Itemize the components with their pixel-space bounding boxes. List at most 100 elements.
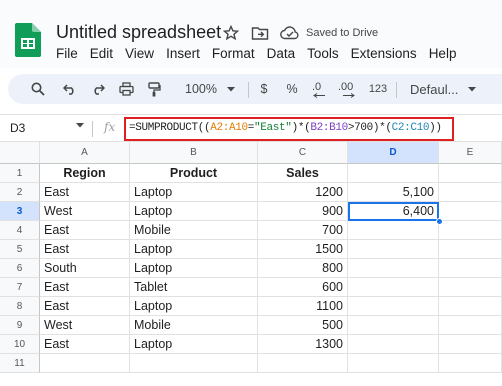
cell-e11[interactable] [439,354,502,373]
cell-c8[interactable]: 1100 [258,297,348,316]
cell-c10[interactable]: 1300 [258,335,348,354]
spreadsheet-grid[interactable]: ABCDE 1 2 3 4 5 6 7 8 9 10 11 Region Product Sales Ea… [0,142,502,386]
cell-c5[interactable]: 1500 [258,240,348,259]
cell-e6[interactable] [439,259,502,278]
row-header-10[interactable]: 10 [0,335,40,354]
menu-data[interactable]: Data [267,46,296,61]
cell-a4[interactable]: East [40,221,130,240]
menu-help[interactable]: Help [429,46,457,61]
row-header-8[interactable]: 8 [0,297,40,316]
cell-e8[interactable] [439,297,502,316]
decrease-decimal-button[interactable]: .0 [308,74,330,104]
cell-b10[interactable]: Laptop [130,335,258,354]
cell-d5[interactable] [348,240,439,259]
cloud-saved-icon[interactable] [280,25,300,41]
menu-tools[interactable]: Tools [307,46,339,61]
cell-a9[interactable]: West [40,316,130,335]
undo-icon[interactable] [58,74,82,104]
cell-d4[interactable] [348,221,439,240]
cell-e1[interactable] [439,164,502,183]
menu-format[interactable]: Format [212,46,255,61]
cell-c3[interactable]: 900 [258,202,348,221]
font-family-select[interactable]: Defaul... [404,74,502,104]
row-header-9[interactable]: 9 [0,316,40,335]
redo-icon[interactable] [86,74,110,104]
cell-d11[interactable] [348,354,439,373]
cell-b6[interactable]: Laptop [130,259,258,278]
format-percent-button[interactable]: % [282,74,302,104]
cell-b3[interactable]: Laptop [130,202,258,221]
cell-a8[interactable]: East [40,297,130,316]
column-header-e[interactable]: E [439,142,502,164]
formula-input[interactable]: =SUMPRODUCT((A2:A10="East")*(B2:B10>700)… [124,117,454,141]
menu-edit[interactable]: Edit [90,46,113,61]
cell-b4[interactable]: Mobile [130,221,258,240]
cell-b8[interactable]: Laptop [130,297,258,316]
row-header-3[interactable]: 3 [0,202,40,221]
cell-c9[interactable]: 500 [258,316,348,335]
row-header-7[interactable]: 7 [0,278,40,297]
select-all-corner[interactable] [0,142,40,164]
row-header-4[interactable]: 4 [0,221,40,240]
format-currency-button[interactable]: $ [254,74,274,104]
sheets-logo-icon[interactable] [15,23,41,57]
row-header-6[interactable]: 6 [0,259,40,278]
cell-a7[interactable]: East [40,278,130,297]
cell-e10[interactable] [439,335,502,354]
cell-e3[interactable] [439,202,502,221]
cell-a11[interactable] [40,354,130,373]
name-box[interactable]: D3 [10,121,25,135]
cell-c7[interactable]: 600 [258,278,348,297]
cell-a10[interactable]: East [40,335,130,354]
cell-b9[interactable]: Mobile [130,316,258,335]
row-header-1[interactable]: 1 [0,164,40,183]
row-header-5[interactable]: 5 [0,240,40,259]
column-header-c[interactable]: C [258,142,348,164]
increase-decimal-button[interactable]: .00 [336,74,360,104]
cell-d1[interactable] [348,164,439,183]
cell-a6[interactable]: South [40,259,130,278]
cell-e9[interactable] [439,316,502,335]
row-header-11[interactable]: 11 [0,354,40,373]
move-folder-icon[interactable] [251,25,269,41]
cell-a5[interactable]: East [40,240,130,259]
fill-handle[interactable] [436,218,443,225]
print-icon[interactable] [114,74,138,104]
cell-a3[interactable]: West [40,202,130,221]
search-menus-icon[interactable] [26,74,50,104]
cell-d9[interactable] [348,316,439,335]
cell-c2[interactable]: 1200 [258,183,348,202]
cell-c11[interactable] [258,354,348,373]
menu-view[interactable]: View [125,46,154,61]
cell-e5[interactable] [439,240,502,259]
cell-d7[interactable] [348,278,439,297]
column-header-b[interactable]: B [130,142,258,164]
cell-b2[interactable]: Laptop [130,183,258,202]
cell-b5[interactable]: Laptop [130,240,258,259]
cell-c4[interactable]: 700 [258,221,348,240]
row-header-2[interactable]: 2 [0,183,40,202]
paint-format-icon[interactable] [142,74,166,104]
column-header-a[interactable]: A [40,142,130,164]
cell-d8[interactable] [348,297,439,316]
cell-e2[interactable] [439,183,502,202]
cell-d6[interactable] [348,259,439,278]
cell-d10[interactable] [348,335,439,354]
cell-e7[interactable] [439,278,502,297]
number-format-button[interactable]: 123 [366,74,390,104]
cell-b11[interactable] [130,354,258,373]
zoom-select[interactable]: 100% [178,74,242,104]
column-header-d[interactable]: D [348,142,439,164]
cell-c6[interactable]: 800 [258,259,348,278]
menu-extensions[interactable]: Extensions [351,46,417,61]
cell-d2[interactable]: 5,100 [348,183,439,202]
chevron-down-icon[interactable] [76,123,84,128]
cell-b7[interactable]: Tablet [130,278,258,297]
cell-c1[interactable]: Sales [258,164,348,183]
cell-e4[interactable] [439,221,502,240]
menu-file[interactable]: File [56,46,78,61]
cell-a2[interactable]: East [40,183,130,202]
cell-a1[interactable]: Region [40,164,130,183]
cell-b1[interactable]: Product [130,164,258,183]
menu-insert[interactable]: Insert [166,46,200,61]
